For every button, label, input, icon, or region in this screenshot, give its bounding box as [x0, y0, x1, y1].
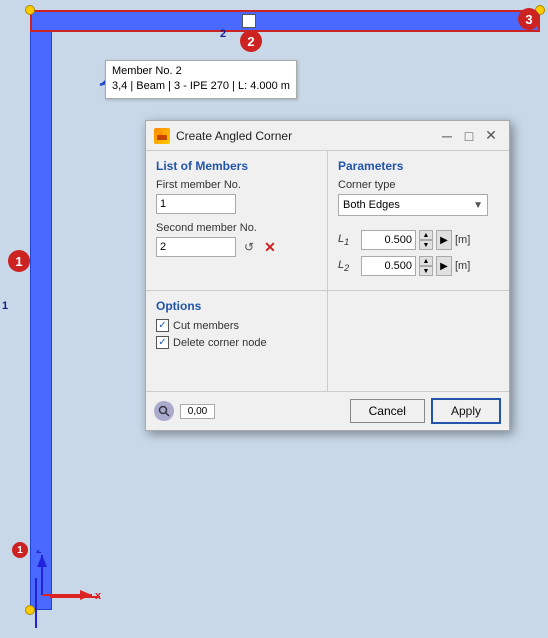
l1-arrow-right[interactable]: ▶ — [436, 230, 452, 250]
l1-input[interactable] — [361, 230, 416, 250]
corner-type-value: Both Edges — [343, 199, 400, 211]
cut-members-label: Cut members — [173, 320, 239, 332]
cut-members-row: ✓ Cut members — [156, 319, 317, 332]
node-label-1: 1 — [12, 542, 28, 558]
selection-handle — [242, 14, 256, 28]
cut-members-checkbox[interactable]: ✓ — [156, 319, 169, 332]
parameters-title: Parameters — [338, 159, 499, 173]
minimize-button[interactable]: ─ — [437, 126, 457, 146]
l1-field-row: L1 ▲ ▼ ▶ [m] — [338, 230, 499, 250]
l1-spinners: ▲ ▼ — [419, 230, 433, 250]
empty-section — [328, 291, 509, 391]
corner-type-dropdown[interactable]: Both Edges ▼ — [338, 194, 488, 216]
dropdown-arrow-icon: ▼ — [473, 200, 483, 211]
l2-unit: [m] — [455, 260, 470, 272]
svg-text:z: z — [36, 550, 42, 556]
options-title: Options — [156, 299, 317, 313]
tooltip-detail: 3,4 | Beam | 3 - IPE 270 | L: 4.000 m — [112, 79, 290, 94]
node-top-left — [25, 5, 35, 15]
search-icon[interactable] — [154, 401, 174, 421]
dialog-footer: 0,00 Cancel Apply — [146, 392, 509, 430]
delete-corner-checkbox[interactable]: ✓ — [156, 336, 169, 349]
vertical-beam — [30, 10, 52, 610]
beam-number-vertical: 1 — [2, 300, 8, 312]
second-member-row: ↺ ✕ — [156, 237, 317, 257]
dialog-body: List of Members First member No. Second … — [146, 151, 509, 430]
first-member-input[interactable] — [156, 194, 236, 214]
badge-2: 2 — [240, 30, 262, 52]
tooltip-title: Member No. 2 — [112, 64, 290, 79]
first-member-label: First member No. — [156, 179, 317, 191]
corner-type-label: Corner type — [338, 179, 499, 191]
dialog-titlebar: Create Angled Corner ─ □ ✕ — [146, 121, 509, 151]
l2-spin-up[interactable]: ▲ — [419, 256, 433, 266]
l1-spin-up[interactable]: ▲ — [419, 230, 433, 240]
axis-arrows: x z — [32, 550, 112, 610]
first-member-row — [156, 194, 317, 214]
swap-icon[interactable]: ↺ — [240, 238, 258, 256]
l1-label: L1 — [338, 233, 358, 247]
dialog-icon — [154, 128, 170, 144]
footer-value: 0,00 — [180, 404, 215, 419]
cancel-button[interactable]: Cancel — [350, 399, 425, 423]
parameters-section: Parameters Corner type Both Edges ▼ L1 ▲… — [328, 151, 509, 290]
create-angled-corner-dialog: Create Angled Corner ─ □ ✕ List of Membe… — [145, 120, 510, 431]
delete-corner-label: Delete corner node — [173, 337, 267, 349]
apply-button[interactable]: Apply — [431, 398, 501, 424]
list-members-title: List of Members — [156, 159, 317, 173]
l2-spinners: ▲ ▼ — [419, 256, 433, 276]
second-member-input[interactable] — [156, 237, 236, 257]
svg-text:x: x — [95, 590, 102, 602]
beam-number-horizontal: 2 — [220, 28, 226, 40]
list-of-members-section: List of Members First member No. Second … — [146, 151, 328, 290]
delete-corner-row: ✓ Delete corner node — [156, 336, 317, 349]
l2-label: L2 — [338, 259, 358, 273]
dialog-sections-bottom: Options ✓ Cut members ✓ Delete corner no… — [146, 291, 509, 392]
maximize-button[interactable]: □ — [459, 126, 479, 146]
badge-3: 3 — [518, 8, 540, 30]
dialog-title: Create Angled Corner — [176, 129, 435, 143]
badge-1: 1 — [8, 250, 30, 272]
l2-input[interactable] — [361, 256, 416, 276]
delete-icon[interactable]: ✕ — [262, 239, 278, 255]
l2-arrow-right[interactable]: ▶ — [436, 256, 452, 276]
l2-field-row: L2 ▲ ▼ ▶ [m] — [338, 256, 499, 276]
close-button[interactable]: ✕ — [481, 126, 501, 146]
horizontal-beam — [30, 10, 540, 32]
dialog-sections-top: List of Members First member No. Second … — [146, 151, 509, 291]
member-tooltip: Member No. 2 3,4 | Beam | 3 - IPE 270 | … — [105, 60, 297, 99]
l2-spin-down[interactable]: ▼ — [419, 266, 433, 276]
options-section: Options ✓ Cut members ✓ Delete corner no… — [146, 291, 328, 391]
second-member-label: Second member No. — [156, 222, 317, 234]
l1-spin-down[interactable]: ▼ — [419, 240, 433, 250]
l1-unit: [m] — [455, 234, 470, 246]
